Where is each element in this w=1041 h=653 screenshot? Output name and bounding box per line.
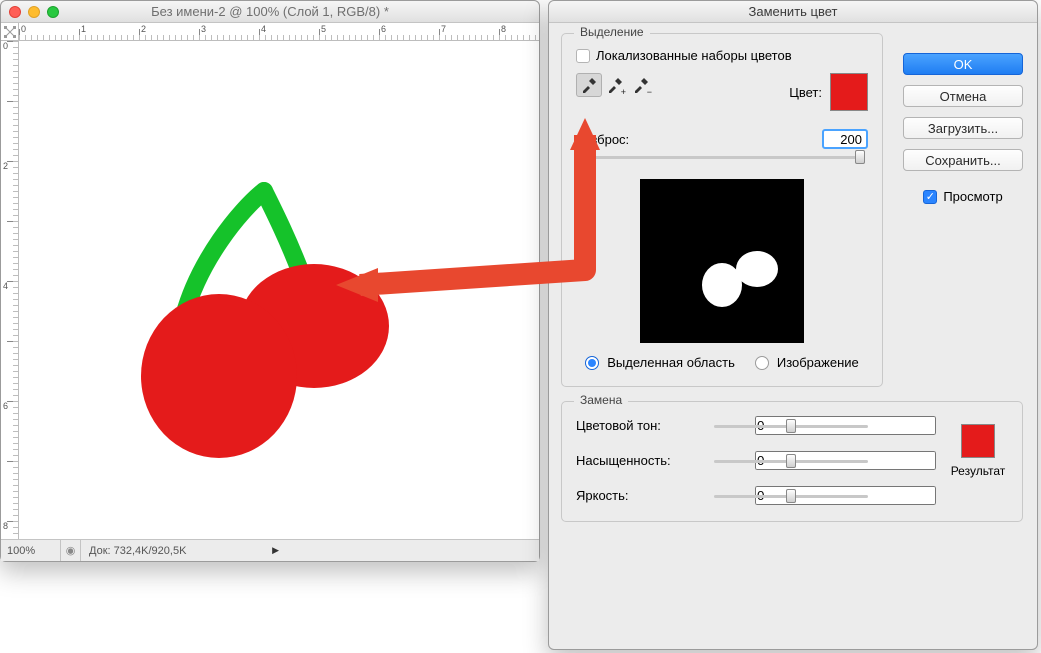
hue-slider[interactable] (714, 418, 868, 434)
hue-label: Цветовой тон: (576, 418, 696, 433)
replace-legend: Замена (574, 393, 628, 407)
ok-button[interactable]: OK (903, 53, 1023, 75)
color-swatch[interactable] (830, 73, 868, 111)
eyedropper-add-tool[interactable]: + (602, 73, 628, 97)
check-icon (576, 49, 590, 63)
eyedropper-tool[interactable] (576, 73, 602, 97)
lightness-label: Яркость: (576, 488, 696, 503)
saturation-label: Насыщенность: (576, 453, 696, 468)
radio-icon (755, 356, 769, 370)
fuzziness-slider[interactable] (584, 149, 860, 165)
status-bar: 100% ◉ Док: 732,4K/920,5K ▶ (1, 539, 539, 561)
fuzziness-label: Разброс: (576, 132, 629, 147)
localized-colors-checkbox[interactable]: Локализованные наборы цветов (576, 48, 868, 63)
canvas-artwork (129, 171, 429, 471)
ruler-origin[interactable] (1, 23, 19, 41)
mask-preview (640, 179, 804, 343)
radio-selection[interactable]: Выделенная область (585, 355, 735, 370)
editor-titlebar[interactable]: Без имени-2 @ 100% (Слой 1, RGB/8) * (1, 1, 539, 23)
window-close-button[interactable] (9, 6, 21, 18)
preview-checkbox[interactable]: ✓ Просмотр (923, 189, 1002, 204)
window-zoom-button[interactable] (47, 6, 59, 18)
result-swatch[interactable] (961, 424, 995, 458)
window-minimize-button[interactable] (28, 6, 40, 18)
color-label: Цвет: (789, 85, 822, 100)
radio-image[interactable]: Изображение (755, 355, 859, 370)
ruler-vertical[interactable]: 02468 (1, 41, 19, 539)
eyedropper-tools: + − (576, 73, 654, 97)
save-button[interactable]: Сохранить... (903, 149, 1023, 171)
lightness-slider[interactable] (714, 488, 868, 504)
replace-group: Замена Результат Цветовой тон: Насыщенно… (561, 401, 1023, 522)
statusbar-more-icon[interactable]: ▶ (272, 545, 279, 556)
doc-size: Док: 732,4K/920,5K (81, 545, 186, 557)
dialog-title: Заменить цвет (749, 4, 838, 19)
radio-icon (585, 356, 599, 370)
preview-icon[interactable]: ◉ (61, 540, 81, 561)
replace-color-dialog: Заменить цвет OK Отмена Загрузить... Сох… (548, 0, 1038, 650)
cancel-button[interactable]: Отмена (903, 85, 1023, 107)
dialog-titlebar[interactable]: Заменить цвет (549, 1, 1037, 23)
fuzziness-input[interactable] (822, 129, 868, 149)
zoom-level[interactable]: 100% (1, 540, 61, 561)
check-icon: ✓ (923, 190, 937, 204)
eyedropper-subtract-tool[interactable]: − (628, 73, 654, 97)
editor-window: Без имени-2 @ 100% (Слой 1, RGB/8) * 012… (0, 0, 540, 562)
ruler-horizontal[interactable]: 012345678 (19, 23, 539, 41)
saturation-slider[interactable] (714, 453, 868, 469)
load-button[interactable]: Загрузить... (903, 117, 1023, 139)
selection-legend: Выделение (574, 25, 650, 39)
selection-group: Выделение Локализованные наборы цветов + (561, 33, 883, 387)
result-label: Результат (951, 464, 1006, 478)
canvas[interactable] (19, 41, 539, 539)
editor-title: Без имени-2 @ 100% (Слой 1, RGB/8) * (151, 4, 389, 19)
